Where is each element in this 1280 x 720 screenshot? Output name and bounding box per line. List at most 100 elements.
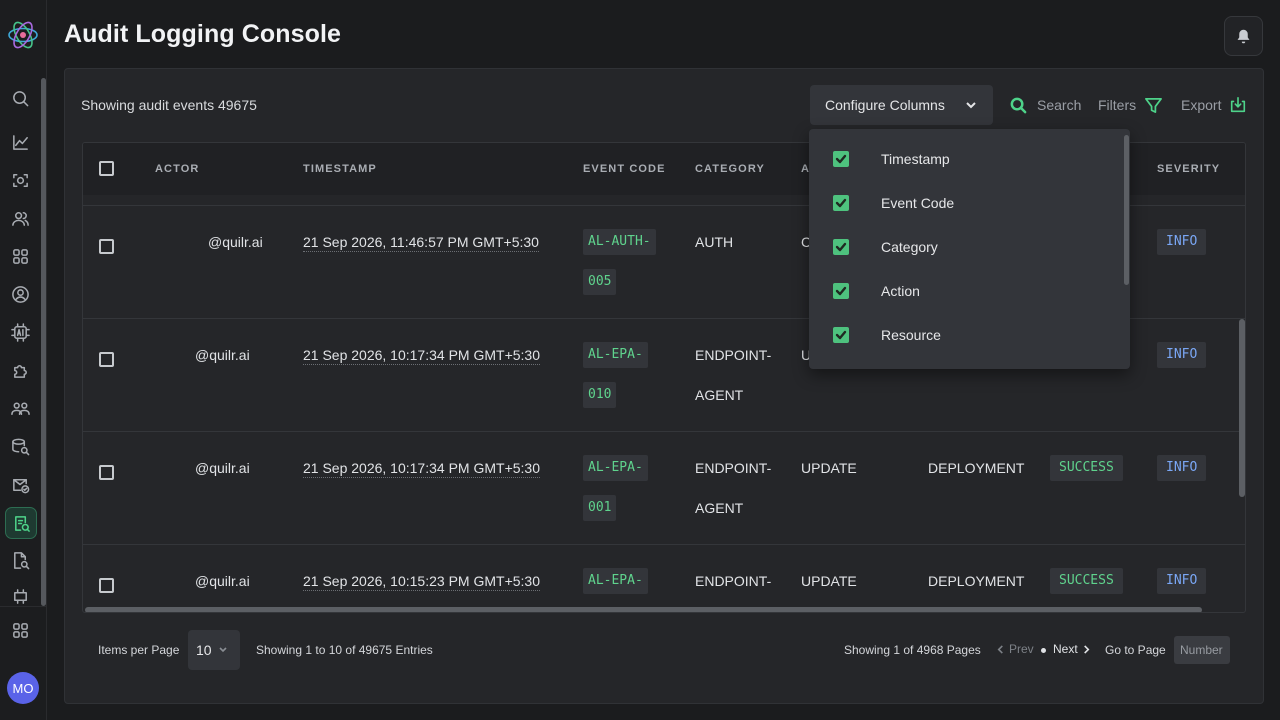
quilr-logo-icon[interactable] (6, 18, 40, 52)
export-button[interactable]: Export (1181, 94, 1247, 116)
event-code-cell: AL-EPA- (583, 568, 648, 594)
column-header-category[interactable]: CATEGORY (695, 163, 765, 175)
go-to-page-input[interactable] (1174, 636, 1230, 664)
status-badge: SUCCESS (1050, 455, 1123, 481)
puzzle-icon[interactable] (9, 359, 31, 381)
category-cell-line-1: ENDPOINT- (695, 347, 772, 363)
user-circle-icon[interactable] (9, 283, 31, 305)
configure-columns-label: Configure Columns (825, 97, 945, 113)
prev-page-button[interactable]: Prev (996, 642, 1034, 656)
prev-label: Prev (1009, 642, 1034, 656)
event-code-line-2: 001 (583, 495, 617, 521)
column-header-event-code[interactable]: EVENT CODE (583, 163, 666, 175)
search-button[interactable]: Search (1009, 94, 1081, 116)
pages-summary: Showing 1 of 4968 Pages (844, 643, 981, 657)
go-to-page-label: Go to Page (1105, 643, 1166, 657)
integration-icon[interactable] (9, 585, 31, 607)
scan-icon[interactable] (9, 169, 31, 191)
audit-count-text: Showing audit events 49675 (81, 97, 257, 113)
timestamp-cell: 21 Sep 2026, 11:46:57 PM GMT+5:30 (303, 234, 539, 252)
timestamp-cell: 21 Sep 2026, 10:17:34 PM GMT+5:30 (303, 347, 540, 365)
checked-checkbox-icon[interactable] (833, 195, 849, 211)
event-code-line-2: 010 (583, 382, 617, 408)
column-header-severity[interactable]: SEVERITY (1157, 163, 1220, 175)
sidebar-scrollbar[interactable] (41, 78, 46, 606)
row-checkbox[interactable] (99, 578, 114, 593)
event-code-line-1: AL-EPA- (583, 455, 648, 481)
download-icon (1231, 96, 1246, 113)
column-header-timestamp[interactable]: TIMESTAMP (303, 163, 377, 175)
action-cell: UPDATE (801, 460, 857, 476)
resource-cell: DEPLOYMENT (928, 460, 1025, 476)
notifications-button[interactable] (1224, 16, 1263, 56)
users-icon[interactable] (9, 207, 31, 229)
configure-columns-menu: Timestamp Event Code Category Action Res… (809, 129, 1130, 369)
next-page-button[interactable]: Next (1053, 642, 1091, 656)
category-cell-line-1: ENDPOINT- (695, 460, 772, 476)
category-cell-line-2: AGENT (695, 387, 744, 403)
table-row[interactable]: @quilr.ai 21 Sep 2026, 10:15:23 PM GMT+5… (83, 544, 1245, 612)
analytics-icon[interactable] (9, 131, 31, 153)
status-badge: SUCCESS (1050, 568, 1123, 594)
column-option-action[interactable]: Action (833, 280, 920, 302)
action-cell: UPDATE (801, 573, 857, 589)
mail-check-icon[interactable] (9, 473, 31, 495)
table-horizontal-scrollbar[interactable] (85, 607, 1202, 612)
database-search-icon[interactable] (9, 435, 31, 457)
search-icon[interactable] (9, 87, 31, 109)
actor-cell: @quilr.ai (195, 460, 250, 476)
row-checkbox[interactable] (99, 352, 114, 367)
checked-checkbox-icon[interactable] (833, 151, 849, 167)
filters-label: Filters (1098, 97, 1137, 113)
column-header-actor[interactable]: ACTOR (155, 163, 199, 175)
search-icon (1010, 97, 1027, 113)
row-checkbox[interactable] (99, 465, 114, 480)
table-vertical-scrollbar[interactable] (1239, 319, 1245, 497)
chevron-down-icon (966, 102, 976, 109)
event-code-line-2: 005 (583, 269, 617, 295)
timestamp-cell: 21 Sep 2026, 10:17:34 PM GMT+5:30 (303, 460, 540, 478)
checked-checkbox-icon[interactable] (833, 283, 849, 299)
chevron-left-icon (997, 644, 1003, 654)
category-cell-line-2: AGENT (695, 500, 744, 516)
items-per-page-label: Items per Page (98, 643, 180, 657)
avatar[interactable]: MO (7, 672, 39, 704)
column-option-event-code[interactable]: Event Code (833, 192, 954, 214)
table-row[interactable]: @quilr.ai 21 Sep 2026, 10:17:34 PM GMT+5… (83, 431, 1245, 544)
sidebar: MO (0, 0, 47, 720)
audit-log-icon[interactable] (5, 507, 37, 539)
items-per-page-select[interactable]: 10 (188, 630, 240, 670)
chevron-down-icon (219, 647, 227, 653)
actor-cell: @quilr.ai (195, 347, 250, 363)
checked-checkbox-icon[interactable] (833, 239, 849, 255)
filters-button[interactable]: Filters (1098, 94, 1163, 116)
timestamp-cell: 21 Sep 2026, 10:15:23 PM GMT+5:30 (303, 573, 540, 591)
team-icon[interactable] (9, 397, 31, 419)
items-per-page-value: 10 (196, 642, 212, 658)
configure-columns-button[interactable]: Configure Columns (810, 85, 993, 125)
select-all-checkbox[interactable] (99, 161, 114, 176)
actor-cell: @quilr.ai (195, 573, 250, 589)
sidebar-divider (0, 606, 47, 607)
apps-icon[interactable] (9, 245, 31, 267)
export-label: Export (1181, 97, 1222, 113)
grid-icon[interactable] (9, 619, 31, 641)
event-code-line-1: AL-EPA- (583, 342, 648, 368)
document-search-icon[interactable] (9, 549, 31, 571)
column-option-timestamp[interactable]: Timestamp (833, 148, 950, 170)
event-code-cell: AL-EPA- 001 (583, 455, 648, 521)
ai-chip-icon[interactable] (9, 321, 31, 343)
page-title: Audit Logging Console (64, 20, 342, 48)
severity-badge: INFO (1157, 342, 1207, 368)
chevron-right-icon (1083, 644, 1090, 654)
filter-icon (1145, 97, 1163, 113)
menu-scrollbar[interactable] (1124, 135, 1129, 285)
category-cell: AUTH (695, 234, 734, 250)
column-option-resource[interactable]: Resource (833, 324, 941, 346)
row-checkbox[interactable] (99, 239, 114, 254)
checked-checkbox-icon[interactable] (833, 327, 849, 343)
resource-cell: DEPLOYMENT (928, 573, 1025, 589)
severity-badge: INFO (1157, 455, 1207, 481)
column-option-category[interactable]: Category (833, 236, 938, 258)
event-code-line-1: AL-AUTH- (583, 229, 656, 255)
